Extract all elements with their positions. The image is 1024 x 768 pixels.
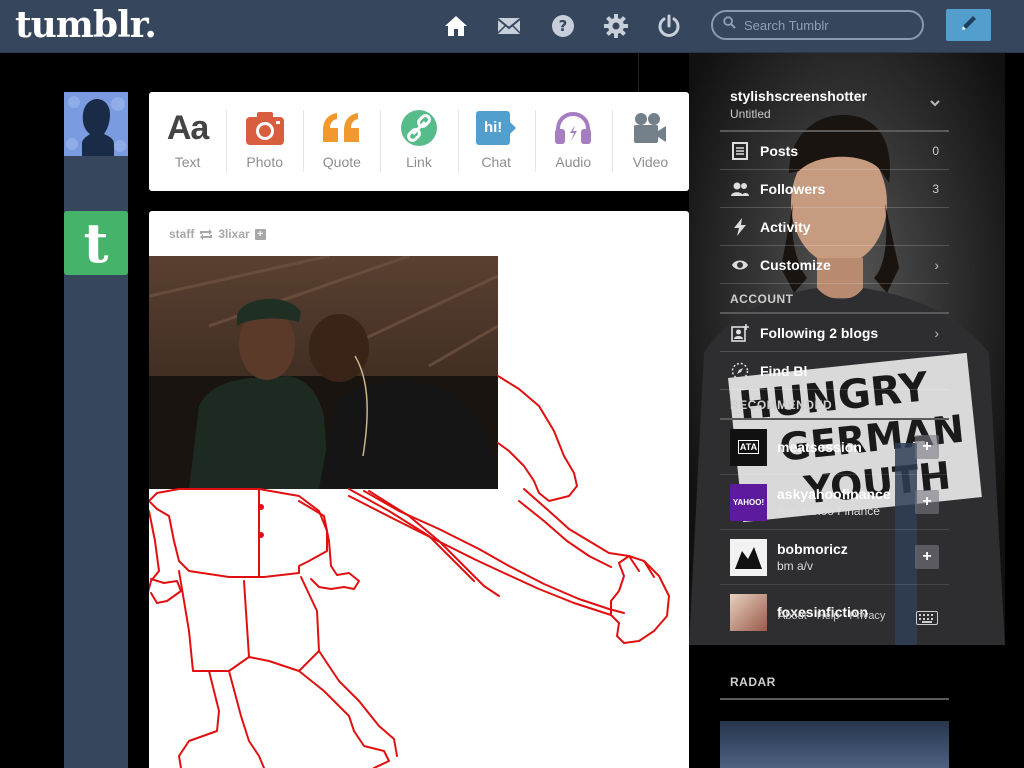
post-type-label: Audio bbox=[555, 154, 592, 170]
post-type-audio[interactable]: Audio bbox=[534, 92, 612, 191]
blog-avatar: YAHOO! bbox=[730, 483, 767, 521]
post-type-label: Video bbox=[632, 154, 669, 170]
compose-button[interactable] bbox=[946, 9, 991, 41]
footer-links: About Help Privacy bbox=[778, 610, 885, 622]
chevron-right-icon: › bbox=[934, 324, 939, 341]
activity-icon bbox=[730, 217, 750, 236]
blog-selector[interactable]: stylishscreenshotter Untitled bbox=[720, 80, 949, 132]
follow-button[interactable]: + bbox=[915, 545, 939, 569]
sidebar-item-label: Activity bbox=[760, 218, 811, 235]
staff-avatar[interactable]: t bbox=[64, 211, 128, 275]
posts-icon bbox=[730, 141, 750, 160]
sidebar-item-posts[interactable]: Posts 0 bbox=[720, 132, 949, 170]
sidebar-item-customize[interactable]: Customize › bbox=[720, 246, 949, 284]
blog-name: bobmoricz bbox=[777, 541, 848, 557]
chevron-down-icon bbox=[929, 96, 941, 108]
recommended-blog[interactable]: bobmoricz bm a/v + bbox=[720, 530, 949, 585]
chat-icon: hi! bbox=[476, 108, 517, 148]
recommended-section-title: RECOMMENDED bbox=[720, 390, 949, 420]
sidebar-item-label: Following 2 blogs bbox=[760, 324, 879, 341]
post-type-label: Quote bbox=[322, 154, 361, 170]
power-icon[interactable] bbox=[657, 14, 681, 38]
column-divider bbox=[638, 53, 639, 93]
sidebar-item-following[interactable]: Following 2 blogs › bbox=[720, 314, 949, 352]
radar-section-title: RADAR bbox=[720, 675, 949, 700]
keyboard-icon[interactable] bbox=[916, 611, 938, 630]
post-type-label: Link bbox=[406, 154, 432, 170]
blog-description: bm a/v bbox=[777, 559, 814, 573]
blog-avatar bbox=[730, 538, 767, 576]
post-type-chat[interactable]: hi! Chat bbox=[457, 92, 535, 191]
radar-post[interactable] bbox=[720, 721, 949, 768]
compass-icon bbox=[730, 362, 750, 380]
sidebar-item-label: Find Bl bbox=[760, 362, 808, 379]
post-type-video[interactable]: Video bbox=[611, 92, 689, 191]
blog-name: stylishscreenshotter bbox=[730, 88, 867, 104]
post-type-photo[interactable]: Photo bbox=[226, 92, 303, 191]
gear-icon[interactable] bbox=[604, 14, 628, 38]
blog-description: Ask Yahoo Finance bbox=[777, 504, 880, 518]
search-input[interactable] bbox=[742, 16, 916, 34]
camera-icon bbox=[245, 108, 284, 148]
chevron-right-icon: › bbox=[934, 256, 939, 273]
post-type-label: Photo bbox=[246, 154, 283, 170]
recommended-blog[interactable]: ATA meatsession + bbox=[720, 420, 949, 475]
svg-text:?: ? bbox=[559, 17, 568, 35]
sidebar-item-followers[interactable]: Followers 3 bbox=[720, 170, 949, 208]
blog-name: meatsession bbox=[777, 439, 862, 455]
blog-subtitle: Untitled bbox=[730, 107, 771, 121]
footer-link-about[interactable]: About bbox=[778, 610, 807, 622]
post-type-label: Chat bbox=[481, 154, 511, 170]
post-type-link[interactable]: Link bbox=[380, 92, 457, 191]
followers-count: 3 bbox=[932, 181, 939, 196]
right-sidebar: stylishscreenshotter Untitled Posts 0 Fo… bbox=[720, 80, 949, 639]
search-icon bbox=[723, 16, 736, 34]
headphones-icon bbox=[553, 108, 593, 148]
video-camera-icon bbox=[632, 108, 668, 148]
post-type-selector: Aa Text Photo Quote Link hi! Chat Audio … bbox=[149, 92, 689, 191]
recommended-blog[interactable]: YAHOO! askyahoofinance Ask Yahoo Finance… bbox=[720, 475, 949, 530]
posts-count: 0 bbox=[932, 143, 939, 158]
home-icon[interactable] bbox=[444, 14, 468, 38]
footer-link-privacy[interactable]: Privacy bbox=[849, 610, 885, 622]
follow-button[interactable]: + bbox=[915, 435, 939, 459]
sidebar-item-activity[interactable]: Activity bbox=[720, 208, 949, 246]
mail-icon[interactable] bbox=[497, 14, 521, 38]
link-icon bbox=[400, 108, 438, 148]
post-type-quote[interactable]: Quote bbox=[303, 92, 380, 191]
text-icon: Aa bbox=[166, 108, 209, 147]
post-type-text[interactable]: Aa Text bbox=[149, 92, 226, 191]
sidebar-item-label: Customize bbox=[760, 256, 831, 273]
quote-icon bbox=[321, 108, 363, 148]
following-icon bbox=[730, 323, 750, 342]
sidebar-item-label: Followers bbox=[760, 180, 826, 197]
top-navigation-bar: tumblr. ? bbox=[0, 0, 1024, 53]
blog-name: askyahoofinance bbox=[777, 486, 891, 502]
pencil-icon bbox=[959, 13, 979, 38]
sidebar-item-label: Posts bbox=[760, 142, 799, 159]
dashboard-post: staff 3lixar + bbox=[149, 211, 689, 768]
user-avatar[interactable] bbox=[64, 92, 128, 156]
search-box[interactable] bbox=[711, 10, 924, 40]
sidebar-item-find-blogs[interactable]: Find Bl bbox=[720, 352, 949, 390]
post-type-label: Text bbox=[174, 154, 201, 170]
footer-link-help[interactable]: Help bbox=[817, 610, 840, 622]
account-section-title: ACCOUNT bbox=[720, 284, 949, 314]
help-icon[interactable]: ? bbox=[551, 14, 575, 38]
followers-icon bbox=[730, 181, 750, 197]
blog-avatar bbox=[730, 593, 767, 631]
eye-icon bbox=[730, 259, 750, 271]
follow-button[interactable]: + bbox=[915, 490, 939, 514]
tumblr-logo[interactable]: tumblr. bbox=[15, 4, 157, 46]
red-doodle-figure bbox=[149, 375, 670, 768]
blog-avatar: ATA bbox=[730, 428, 767, 466]
